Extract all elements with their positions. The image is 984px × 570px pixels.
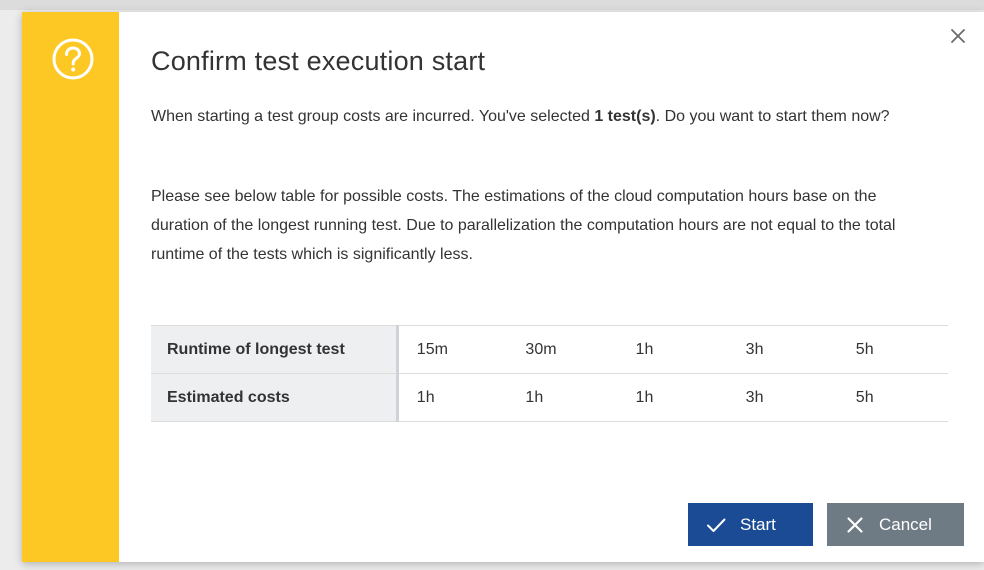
table-cell: 3h: [727, 373, 838, 422]
table-cell: 3h: [727, 325, 838, 374]
table-cell: 30m: [507, 325, 618, 374]
table-cell: 15m: [397, 325, 508, 374]
confirm-dialog: Confirm test execution start When starti…: [22, 12, 984, 562]
close-icon: [946, 29, 970, 51]
close-button[interactable]: [946, 24, 970, 48]
dialog-title: Confirm test execution start: [151, 46, 486, 76]
table-cell: 5h: [837, 373, 948, 422]
intro-text: When starting a test group costs are inc…: [151, 102, 931, 131]
row-header-costs: Estimated costs: [151, 373, 399, 422]
table-cell: 5h: [837, 325, 948, 374]
cancel-button[interactable]: Cancel: [827, 503, 964, 546]
cost-table: Runtime of longest test 15m 30m 1h 3h 5h…: [151, 325, 948, 422]
start-button[interactable]: Start: [688, 503, 813, 546]
intro-suffix: . Do you want to start them now?: [655, 108, 890, 125]
table-cell: 1h: [617, 373, 728, 422]
cancel-label: Cancel: [879, 514, 932, 534]
x-icon: [845, 515, 865, 535]
table-cell: 1h: [397, 373, 508, 422]
question-circle-icon: [51, 37, 95, 81]
backdrop-strip: [0, 0, 984, 10]
checkmark-icon: [706, 515, 726, 535]
table-row: Runtime of longest test 15m 30m 1h 3h 5h: [151, 325, 948, 374]
start-label: Start: [740, 514, 776, 534]
dialog-accent-bar: [22, 12, 119, 562]
table-cell: 1h: [617, 325, 728, 374]
table-cell: 1h: [507, 373, 618, 422]
selected-count: 1 test(s): [594, 108, 656, 125]
dialog-actions: Start Cancel: [688, 503, 964, 546]
intro-prefix: When starting a test group costs are inc…: [151, 108, 595, 125]
row-header-runtime: Runtime of longest test: [151, 325, 399, 374]
explanation-text: Please see below table for possible cost…: [151, 188, 896, 263]
dialog-content: Confirm test execution start When starti…: [119, 12, 984, 562]
table-row: Estimated costs 1h 1h 1h 3h 5h: [151, 373, 948, 422]
